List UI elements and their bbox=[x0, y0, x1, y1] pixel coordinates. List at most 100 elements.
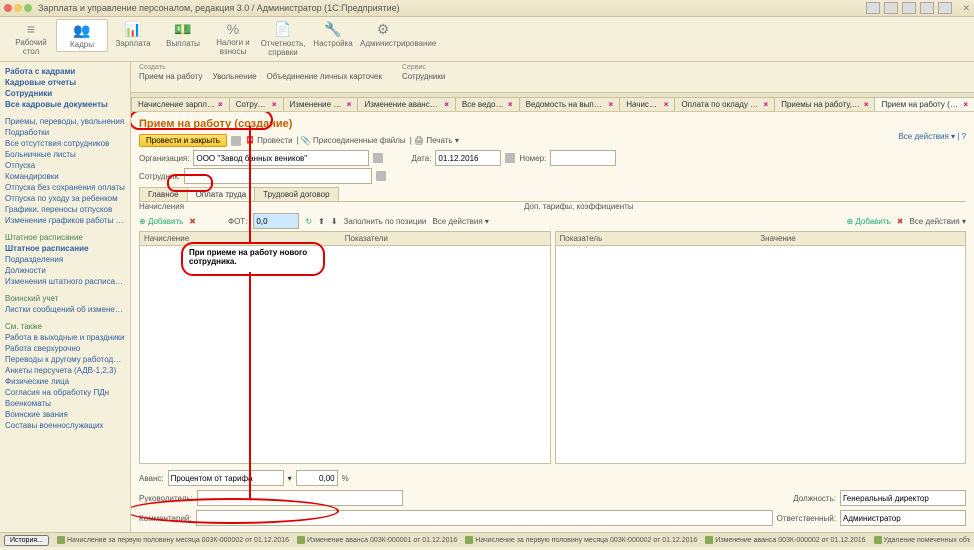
post-button[interactable]: 📮 Провести bbox=[245, 136, 293, 145]
status-item[interactable]: Изменение аванса 003К-000002 от 01.12.20… bbox=[705, 536, 865, 544]
sec-link[interactable]: Сотрудники bbox=[402, 72, 445, 81]
all-actions-3[interactable]: Все действия ▾ bbox=[909, 217, 966, 226]
doc-tab[interactable]: Оплата по окладу (Начис...× bbox=[674, 97, 775, 111]
sidebar-link[interactable]: Работа с кадрами bbox=[2, 66, 128, 77]
close-tab-icon[interactable]: × bbox=[347, 100, 352, 109]
history-button[interactable]: История... bbox=[4, 535, 49, 546]
close-tab-icon[interactable]: × bbox=[764, 100, 769, 109]
close-tab-icon[interactable]: × bbox=[508, 100, 513, 109]
sidebar-link[interactable]: Больничные листы bbox=[2, 149, 128, 160]
doc-tab[interactable]: Прием на работу (создан...× bbox=[874, 97, 974, 111]
sidebar-link[interactable]: Отпуска без сохранения оплаты bbox=[2, 182, 128, 193]
status-item[interactable]: Удаление помеченных объектов успешно зав… bbox=[874, 536, 970, 544]
refresh-icon[interactable]: ↻ bbox=[305, 217, 312, 226]
sidebar-link[interactable]: Изменение графиков работы списком bbox=[2, 215, 128, 226]
employee-input[interactable] bbox=[184, 168, 372, 184]
status-item[interactable]: Изменение аванса 003К-000001 от 01.12.20… bbox=[297, 536, 457, 544]
win-btn[interactable] bbox=[902, 2, 916, 14]
doc-tab[interactable]: Начисление зарплаты и ...× bbox=[131, 97, 230, 111]
sidebar-link[interactable]: Изменения штатного расписания bbox=[2, 276, 128, 287]
dropdown-icon[interactable] bbox=[376, 171, 386, 181]
add-button-2[interactable]: ⊕ Добавить bbox=[846, 217, 890, 226]
down-icon[interactable]: ⬇ bbox=[331, 217, 338, 226]
advance-type-input[interactable] bbox=[168, 470, 284, 486]
close-tab-icon[interactable]: × bbox=[609, 100, 614, 109]
toolbar-Зарплата[interactable]: 📊Зарплата bbox=[108, 19, 158, 50]
doc-tab[interactable]: Приемы на работу, перев...× bbox=[774, 97, 875, 111]
win-btn[interactable] bbox=[938, 2, 952, 14]
close-tab-icon[interactable]: × bbox=[272, 100, 277, 109]
close-tab-icon[interactable]: × bbox=[444, 100, 449, 109]
win-btn[interactable] bbox=[884, 2, 898, 14]
up-icon[interactable]: ⬆ bbox=[318, 217, 325, 226]
doc-tab[interactable]: Изменение аванса× bbox=[283, 97, 359, 111]
attached-files-button[interactable]: | 📎 Присоединенные файлы bbox=[297, 136, 406, 145]
sec-link[interactable]: Объединение личных карточек bbox=[267, 72, 382, 81]
sidebar-link[interactable]: Графики, переносы отпусков bbox=[2, 204, 128, 215]
doc-tab[interactable]: Начисления× bbox=[619, 97, 675, 111]
sidebar-link[interactable]: Анкеты персучета (АДВ-1,2,3) bbox=[2, 365, 128, 376]
toolbar-Налоги и[interactable]: %Налоги ивзносы bbox=[208, 19, 258, 58]
close-tab-icon[interactable]: × bbox=[664, 100, 669, 109]
print-button[interactable]: | 🖨 Печать ▾ bbox=[410, 136, 459, 145]
win-btn[interactable] bbox=[920, 2, 934, 14]
all-actions-link[interactable]: Все действия ▾ | ? bbox=[898, 132, 966, 141]
close-tab-icon[interactable]: × bbox=[963, 100, 968, 109]
close-dot[interactable] bbox=[4, 4, 12, 12]
toolbar-Выплаты[interactable]: 💵Выплаты bbox=[158, 19, 208, 50]
toolbar-Настройка[interactable]: 🔧Настройка bbox=[308, 19, 358, 50]
sidebar-link[interactable]: Отпуска по уходу за ребенком bbox=[2, 193, 128, 204]
add-button[interactable]: ⊕ Добавить bbox=[139, 217, 183, 226]
sidebar-link[interactable]: Отпуска bbox=[2, 160, 128, 171]
fot-input[interactable] bbox=[253, 213, 299, 229]
subtab-main[interactable]: Главное bbox=[139, 187, 188, 201]
doc-tab[interactable]: Все ведомости× bbox=[455, 97, 520, 111]
advance-value-input[interactable] bbox=[296, 470, 338, 486]
manager-input[interactable] bbox=[197, 490, 403, 506]
sidebar-link[interactable]: Все кадровые документы bbox=[2, 99, 128, 110]
sidebar-link[interactable]: Физические лица bbox=[2, 376, 128, 387]
subtab-payment[interactable]: Оплата труда bbox=[187, 187, 256, 201]
sidebar-link[interactable]: Должности bbox=[2, 265, 128, 276]
sidebar-link[interactable]: Составы военнослужащих bbox=[2, 420, 128, 431]
date-input[interactable] bbox=[435, 150, 501, 166]
sidebar-link[interactable]: Листки сообщений об изменениях bbox=[2, 304, 128, 315]
sidebar-link[interactable]: Военкоматы bbox=[2, 398, 128, 409]
remove-icon[interactable]: ✖ bbox=[189, 217, 196, 226]
toolbar-Рабочий[interactable]: ≡Рабочийстол bbox=[6, 19, 56, 58]
comment-input[interactable] bbox=[196, 510, 773, 526]
sidebar-link[interactable]: Воинские звания bbox=[2, 409, 128, 420]
dropdown-icon[interactable] bbox=[373, 153, 383, 163]
subtab-contract[interactable]: Трудовой договор bbox=[254, 187, 338, 201]
sec-link[interactable]: Прием на работу bbox=[139, 72, 202, 81]
doc-tab[interactable]: Ведомость на выплату за...× bbox=[519, 97, 621, 111]
sidebar-link[interactable]: Штатное расписание bbox=[2, 243, 128, 254]
max-dot[interactable] bbox=[24, 4, 32, 12]
close-tab-icon[interactable]: × bbox=[864, 100, 869, 109]
min-dot[interactable] bbox=[14, 4, 22, 12]
fill-by-position-button[interactable]: Заполнить по позиции bbox=[344, 217, 427, 226]
close-tab-icon[interactable]: × bbox=[218, 100, 223, 109]
close-icon[interactable]: ✕ bbox=[962, 3, 970, 14]
org-input[interactable] bbox=[193, 150, 369, 166]
sidebar-link[interactable]: Сотрудники bbox=[2, 88, 128, 99]
post-and-close-button[interactable]: Провести и закрыть bbox=[139, 134, 227, 147]
sidebar-link[interactable]: Приемы, переводы, увольнения bbox=[2, 116, 128, 127]
calendar-icon[interactable] bbox=[505, 153, 515, 163]
doc-tab[interactable]: Сотрудники× bbox=[229, 97, 284, 111]
status-item[interactable]: Начисление за первую половину месяца 003… bbox=[465, 536, 697, 544]
additional-grid[interactable]: Показатель Значение bbox=[555, 231, 967, 464]
responsible-input[interactable] bbox=[840, 510, 966, 526]
dropdown-icon[interactable]: ▾ bbox=[288, 474, 292, 483]
doc-tab[interactable]: Изменение аванса (созд...× bbox=[357, 97, 455, 111]
sidebar-link[interactable]: Переводы к другому работодателю bbox=[2, 354, 128, 365]
sidebar-link[interactable]: Кадровые отчеты bbox=[2, 77, 128, 88]
toolbar-Администрирование[interactable]: ⚙Администрирование bbox=[358, 19, 408, 50]
remove-icon-2[interactable]: ✖ bbox=[897, 217, 904, 226]
sidebar-link[interactable]: Работа сверхурочно bbox=[2, 343, 128, 354]
accruals-grid[interactable]: Начисление Показатели bbox=[139, 231, 551, 464]
sec-link[interactable]: Увольнение bbox=[212, 72, 256, 81]
sidebar-link[interactable]: Подработки bbox=[2, 127, 128, 138]
sidebar-link[interactable]: Подразделения bbox=[2, 254, 128, 265]
sidebar-link[interactable]: Согласия на обработку ПДн bbox=[2, 387, 128, 398]
